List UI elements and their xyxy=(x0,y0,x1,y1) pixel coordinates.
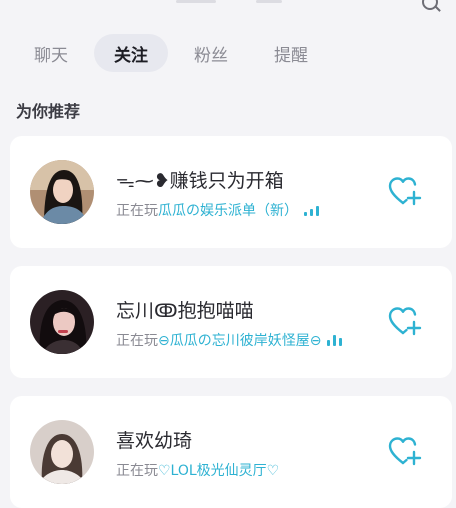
heart-plus-icon xyxy=(388,437,422,466)
status-prefix: 正在玩 xyxy=(116,203,158,219)
game-room-link[interactable]: ⊖瓜瓜の忘川彼岸妖怪屋⊖ xyxy=(158,330,321,350)
follow-button[interactable] xyxy=(388,436,422,468)
top-title-fragment xyxy=(176,0,216,3)
search-icon[interactable] xyxy=(422,0,438,10)
tab-reminders[interactable]: 提醒 xyxy=(254,34,328,72)
game-room-link[interactable]: 瓜瓜の娱乐派单（新） xyxy=(158,200,298,220)
heart-plus-icon xyxy=(388,307,422,336)
follow-button[interactable] xyxy=(388,306,422,338)
heart-plus-icon xyxy=(388,177,422,206)
user-name: ᯓ⁓❥赚钱只为开箱 xyxy=(116,170,284,192)
tab-following[interactable]: 关注 xyxy=(94,34,168,72)
follow-button[interactable] xyxy=(388,176,422,208)
avatar[interactable] xyxy=(30,420,94,484)
message-tabs: 聊天 关注 粉丝 提醒 xyxy=(34,34,334,72)
status-prefix: 正在玩 xyxy=(116,333,158,349)
recommendation-card[interactable]: 忘川ↂ抱抱喵喵 正在玩 ⊖瓜瓜の忘川彼岸妖怪屋⊖ xyxy=(10,266,452,378)
top-title-fragment xyxy=(256,0,282,3)
live-bars-icon xyxy=(304,204,322,216)
user-name: 喜欢幼琦 xyxy=(116,430,193,452)
tab-fans[interactable]: 粉丝 xyxy=(174,34,248,72)
avatar[interactable] xyxy=(30,160,94,224)
playing-status: 正在玩 ♡LOL极光仙灵厅♡ xyxy=(116,460,279,480)
avatar[interactable] xyxy=(30,290,94,354)
tab-chat[interactable]: 聊天 xyxy=(14,34,88,72)
section-title: 为你推荐 xyxy=(16,102,81,121)
recommendation-card[interactable]: 喜欢幼琦 正在玩 ♡LOL极光仙灵厅♡ xyxy=(10,396,452,508)
live-bars-icon xyxy=(327,334,345,346)
playing-status: 正在玩 ⊖瓜瓜の忘川彼岸妖怪屋⊖ xyxy=(116,330,345,350)
recommendation-card[interactable]: ᯓ⁓❥赚钱只为开箱 正在玩 瓜瓜の娱乐派单（新） xyxy=(10,136,452,248)
user-name: 忘川ↂ抱抱喵喵 xyxy=(116,300,254,322)
game-room-link[interactable]: ♡LOL极光仙灵厅♡ xyxy=(158,460,279,480)
top-bar-fragment xyxy=(0,0,456,10)
status-prefix: 正在玩 xyxy=(116,463,158,479)
playing-status: 正在玩 瓜瓜の娱乐派单（新） xyxy=(116,200,322,220)
